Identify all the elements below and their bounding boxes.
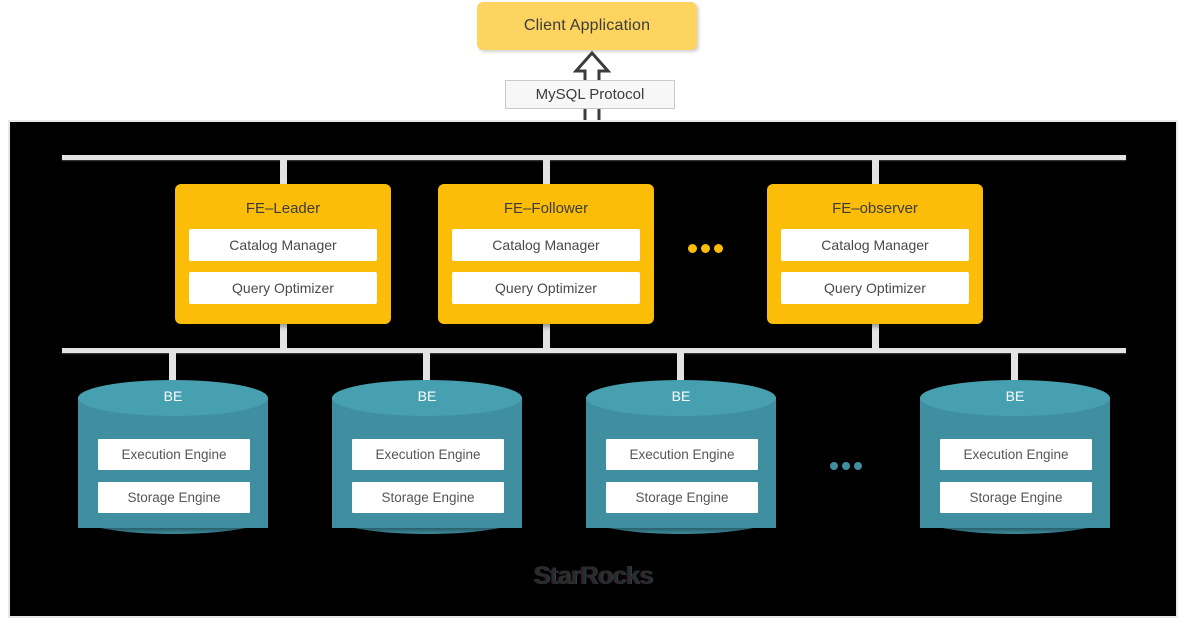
starrocks-cluster-panel: FE–Leader Catalog Manager Query Optimize…	[8, 120, 1178, 618]
mysql-protocol-label: MySQL Protocol	[535, 86, 645, 103]
fe-observer-title: FE–observer	[832, 200, 918, 217]
fe-connector-stub	[280, 158, 287, 186]
be-storage-engine: Storage Engine	[606, 482, 758, 513]
be-title: BE	[1005, 388, 1025, 404]
mysql-protocol-label-box: MySQL Protocol	[505, 80, 675, 109]
be-storage-engine: Storage Engine	[98, 482, 250, 513]
fe-follower-node: FE–Follower Catalog Manager Query Optimi…	[438, 184, 654, 324]
be-execution-engine: Execution Engine	[940, 439, 1092, 470]
fe-follower-catalog-manager: Catalog Manager	[452, 229, 640, 261]
fe-leader-catalog-manager: Catalog Manager	[189, 229, 377, 261]
fe-ellipsis-icon	[688, 244, 723, 253]
be-node: BE Execution Engine Storage Engine	[920, 380, 1110, 545]
be-ellipsis-icon	[830, 462, 862, 470]
be-title: BE	[417, 388, 437, 404]
fe-connector-stub	[543, 158, 550, 186]
be-title: BE	[163, 388, 183, 404]
be-execution-engine: Execution Engine	[352, 439, 504, 470]
fe-connector-stub	[872, 158, 879, 186]
be-execution-engine: Execution Engine	[606, 439, 758, 470]
fe-leader-query-optimizer: Query Optimizer	[189, 272, 377, 304]
be-storage-engine: Storage Engine	[352, 482, 504, 513]
fe-to-be-connector-stub	[280, 322, 287, 351]
architecture-diagram: Client Application MySQL Protocol FE–Lea…	[0, 0, 1184, 626]
fe-to-be-connector-stub	[872, 322, 879, 351]
be-title: BE	[671, 388, 691, 404]
be-node: BE Execution Engine Storage Engine	[78, 380, 268, 545]
client-application-node: Client Application	[477, 2, 697, 50]
fe-observer-node: FE–observer Catalog Manager Query Optimi…	[767, 184, 983, 324]
starrocks-wordmark: StarRocks	[533, 562, 653, 590]
fe-follower-query-optimizer: Query Optimizer	[452, 272, 640, 304]
fe-to-be-connector-stub	[543, 322, 550, 351]
be-bus-line	[62, 348, 1126, 353]
be-execution-engine: Execution Engine	[98, 439, 250, 470]
fe-leader-title: FE–Leader	[245, 200, 321, 217]
fe-observer-query-optimizer: Query Optimizer	[781, 272, 969, 304]
fe-follower-title: FE–Follower	[503, 200, 589, 217]
be-storage-engine: Storage Engine	[940, 482, 1092, 513]
fe-leader-node: FE–Leader Catalog Manager Query Optimize…	[175, 184, 391, 324]
fe-observer-catalog-manager: Catalog Manager	[781, 229, 969, 261]
fe-bus-line	[62, 155, 1126, 160]
be-node: BE Execution Engine Storage Engine	[332, 380, 522, 545]
client-application-label: Client Application	[523, 17, 651, 34]
be-node: BE Execution Engine Storage Engine	[586, 380, 776, 545]
